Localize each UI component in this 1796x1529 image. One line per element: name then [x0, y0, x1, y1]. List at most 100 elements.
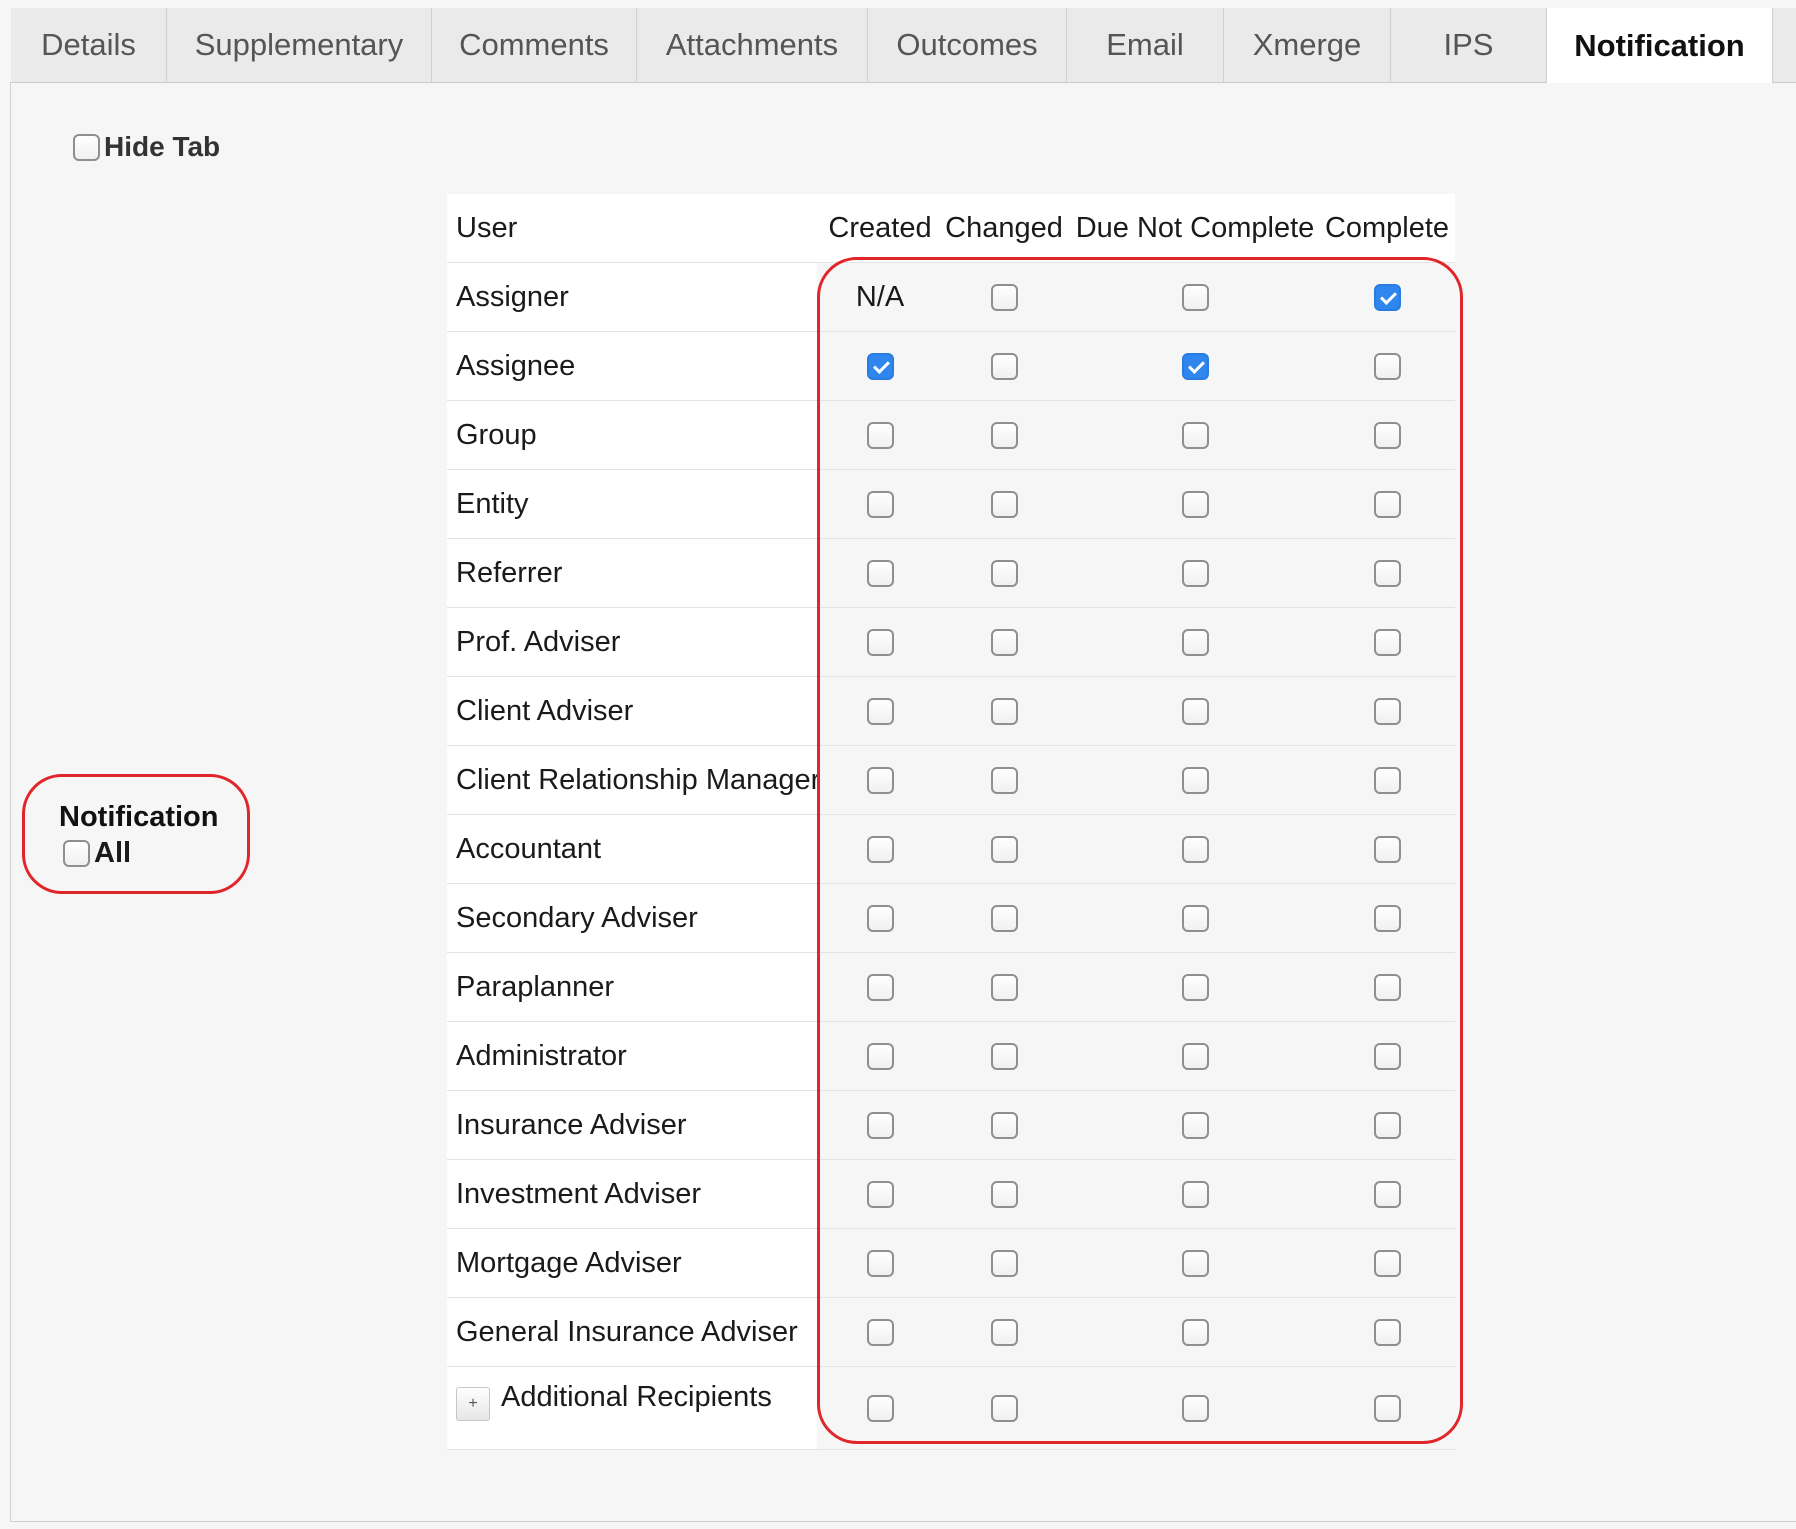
- tab-details[interactable]: Details: [11, 8, 167, 82]
- tab-notification[interactable]: Notification: [1547, 8, 1773, 83]
- due-not-complete-checkbox[interactable]: [1181, 283, 1209, 311]
- due-not-complete-checkbox[interactable]: [1181, 973, 1209, 1001]
- changed-checkbox[interactable]: [990, 1249, 1018, 1277]
- created-checkbox[interactable]: [866, 1394, 894, 1422]
- created-checkbox[interactable]: [866, 835, 894, 863]
- cell-complete: [1325, 1091, 1449, 1159]
- due-not-complete-checkbox[interactable]: [1181, 904, 1209, 932]
- cell-changed: [943, 815, 1065, 883]
- due-not-complete-checkbox[interactable]: [1181, 1042, 1209, 1070]
- complete-checkbox[interactable]: [1373, 697, 1401, 725]
- header-created: Created: [828, 211, 932, 244]
- complete-checkbox[interactable]: [1373, 766, 1401, 794]
- tab-outcomes[interactable]: Outcomes: [868, 8, 1067, 82]
- tab-comments[interactable]: Comments: [432, 8, 637, 82]
- cell-complete: [1325, 884, 1449, 952]
- created-checkbox[interactable]: [866, 490, 894, 518]
- created-checkbox[interactable]: [866, 628, 894, 656]
- cell-created: [817, 953, 943, 1021]
- complete-checkbox[interactable]: [1373, 490, 1401, 518]
- changed-checkbox[interactable]: [990, 1111, 1018, 1139]
- complete-checkbox[interactable]: [1373, 904, 1401, 932]
- complete-checkbox[interactable]: [1373, 352, 1401, 380]
- complete-checkbox[interactable]: [1373, 628, 1401, 656]
- due-not-complete-checkbox[interactable]: [1181, 1318, 1209, 1346]
- complete-checkbox[interactable]: [1373, 1249, 1401, 1277]
- changed-checkbox[interactable]: [990, 1180, 1018, 1208]
- notification-all-checkbox[interactable]: [63, 840, 90, 867]
- created-checkbox[interactable]: [866, 973, 894, 1001]
- cell-complete: [1325, 1160, 1449, 1228]
- created-checkbox[interactable]: [866, 766, 894, 794]
- complete-checkbox[interactable]: [1373, 1042, 1401, 1070]
- tab-supplementary[interactable]: Supplementary: [167, 8, 432, 82]
- complete-checkbox[interactable]: [1373, 1111, 1401, 1139]
- complete-checkbox[interactable]: [1373, 283, 1401, 311]
- created-checkbox[interactable]: [866, 1111, 894, 1139]
- changed-checkbox[interactable]: [990, 352, 1018, 380]
- due-not-complete-checkbox[interactable]: [1181, 421, 1209, 449]
- cell-changed: [943, 1367, 1065, 1449]
- tab-xmerge[interactable]: Xmerge: [1224, 8, 1391, 82]
- cell-complete: [1325, 401, 1449, 469]
- row-user: Assigner: [447, 263, 817, 331]
- due-not-complete-checkbox[interactable]: [1181, 1180, 1209, 1208]
- created-checkbox[interactable]: [866, 1249, 894, 1277]
- changed-checkbox[interactable]: [990, 559, 1018, 587]
- changed-checkbox[interactable]: [990, 283, 1018, 311]
- due-not-complete-checkbox[interactable]: [1181, 559, 1209, 587]
- cell-due-not-complete: [1065, 470, 1325, 538]
- cell-due-not-complete: [1065, 884, 1325, 952]
- due-not-complete-checkbox[interactable]: [1181, 352, 1209, 380]
- changed-checkbox[interactable]: [990, 1394, 1018, 1422]
- due-not-complete-checkbox[interactable]: [1181, 1111, 1209, 1139]
- due-not-complete-checkbox[interactable]: [1181, 1249, 1209, 1277]
- changed-checkbox[interactable]: [990, 766, 1018, 794]
- created-checkbox[interactable]: [866, 421, 894, 449]
- notification-all-option[interactable]: All: [63, 837, 131, 870]
- cell-changed: [943, 470, 1065, 538]
- complete-checkbox[interactable]: [1373, 1394, 1401, 1422]
- changed-checkbox[interactable]: [990, 490, 1018, 518]
- row-user: Investment Adviser: [447, 1160, 817, 1228]
- tab-attachments[interactable]: Attachments: [637, 8, 868, 82]
- created-checkbox[interactable]: [866, 352, 894, 380]
- plus-icon[interactable]: +: [456, 1387, 490, 1421]
- tab-ips[interactable]: IPS: [1391, 8, 1547, 82]
- changed-checkbox[interactable]: [990, 973, 1018, 1001]
- hide-tab-option[interactable]: Hide Tab: [73, 131, 220, 163]
- cell-complete: [1325, 539, 1449, 607]
- changed-checkbox[interactable]: [990, 421, 1018, 449]
- due-not-complete-checkbox[interactable]: [1181, 1394, 1209, 1422]
- due-not-complete-checkbox[interactable]: [1181, 697, 1209, 725]
- changed-checkbox[interactable]: [990, 1042, 1018, 1070]
- changed-checkbox[interactable]: [990, 835, 1018, 863]
- complete-checkbox[interactable]: [1373, 835, 1401, 863]
- complete-checkbox[interactable]: [1373, 421, 1401, 449]
- due-not-complete-checkbox[interactable]: [1181, 490, 1209, 518]
- changed-checkbox[interactable]: [990, 1318, 1018, 1346]
- na-text: N/A: [855, 280, 905, 313]
- changed-checkbox[interactable]: [990, 628, 1018, 656]
- created-checkbox[interactable]: [866, 1318, 894, 1346]
- table-row: Secondary Adviser: [447, 884, 1455, 953]
- created-checkbox[interactable]: [866, 904, 894, 932]
- complete-checkbox[interactable]: [1373, 559, 1401, 587]
- changed-checkbox[interactable]: [990, 904, 1018, 932]
- complete-checkbox[interactable]: [1373, 1318, 1401, 1346]
- tab-email[interactable]: Email: [1067, 8, 1224, 82]
- complete-checkbox[interactable]: [1373, 1180, 1401, 1208]
- created-checkbox[interactable]: [866, 1180, 894, 1208]
- due-not-complete-checkbox[interactable]: [1181, 835, 1209, 863]
- complete-checkbox[interactable]: [1373, 973, 1401, 1001]
- changed-checkbox[interactable]: [990, 697, 1018, 725]
- due-not-complete-checkbox[interactable]: [1181, 628, 1209, 656]
- cell-changed: [943, 1298, 1065, 1366]
- created-checkbox[interactable]: [866, 697, 894, 725]
- created-checkbox[interactable]: [866, 559, 894, 587]
- cell-complete: [1325, 263, 1449, 331]
- created-checkbox[interactable]: [866, 1042, 894, 1070]
- table-row: Mortgage Adviser: [447, 1229, 1455, 1298]
- hide-tab-checkbox[interactable]: [73, 133, 100, 161]
- due-not-complete-checkbox[interactable]: [1181, 766, 1209, 794]
